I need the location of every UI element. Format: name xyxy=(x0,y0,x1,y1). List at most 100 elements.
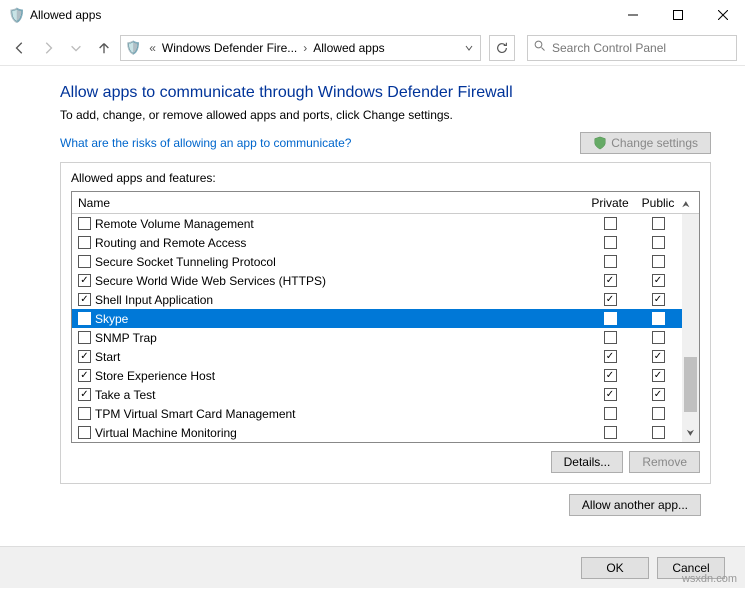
search-placeholder: Search Control Panel xyxy=(552,41,666,55)
public-checkbox[interactable] xyxy=(652,312,665,325)
public-checkbox[interactable] xyxy=(652,407,665,420)
scroll-down-icon[interactable]: ⮟ xyxy=(682,425,699,442)
app-name: Routing and Remote Access xyxy=(95,236,246,250)
shield-icon xyxy=(593,136,607,150)
app-name: Start xyxy=(95,350,120,364)
private-checkbox[interactable] xyxy=(604,293,617,306)
col-public[interactable]: Public xyxy=(634,196,682,210)
list-item[interactable]: Shell Input Application xyxy=(72,290,699,309)
app-name: Virtual Machine Monitoring xyxy=(95,426,237,440)
private-checkbox[interactable] xyxy=(604,426,617,439)
private-checkbox[interactable] xyxy=(604,312,617,325)
risk-link[interactable]: What are the risks of allowing an app to… xyxy=(60,136,351,150)
app-name: Store Experience Host xyxy=(95,369,215,383)
window-title: Allowed apps xyxy=(30,8,610,22)
enable-checkbox[interactable] xyxy=(78,369,91,382)
public-checkbox[interactable] xyxy=(652,293,665,306)
scroll-thumb[interactable] xyxy=(684,357,697,412)
enable-checkbox[interactable] xyxy=(78,312,91,325)
enable-checkbox[interactable] xyxy=(78,407,91,420)
private-checkbox[interactable] xyxy=(604,350,617,363)
close-button[interactable] xyxy=(700,0,745,30)
recent-dropdown[interactable] xyxy=(64,36,88,60)
ok-button[interactable]: OK xyxy=(581,557,649,579)
public-checkbox[interactable] xyxy=(652,350,665,363)
enable-checkbox[interactable] xyxy=(78,217,91,230)
refresh-button[interactable] xyxy=(489,35,515,61)
apps-list: Name Private Public ⮝ Remote Volume Mana… xyxy=(71,191,700,443)
breadcrumb-seg-allowed[interactable]: Allowed apps xyxy=(311,41,386,55)
scrollbar[interactable]: ⮟ xyxy=(682,214,699,442)
enable-checkbox[interactable] xyxy=(78,388,91,401)
breadcrumb[interactable]: 🛡️ « Windows Defender Fire... › Allowed … xyxy=(120,35,481,61)
chevron-left-icon[interactable]: « xyxy=(145,41,160,55)
public-checkbox[interactable] xyxy=(652,255,665,268)
chevron-right-icon: › xyxy=(299,41,311,55)
private-checkbox[interactable] xyxy=(604,217,617,230)
enable-checkbox[interactable] xyxy=(78,426,91,439)
list-item[interactable]: Secure World Wide Web Services (HTTPS) xyxy=(72,271,699,290)
list-item[interactable]: Take a Test xyxy=(72,385,699,404)
titlebar: 🛡️ Allowed apps xyxy=(0,0,745,30)
watermark: wsxdn.com xyxy=(682,573,737,585)
list-item[interactable]: Start xyxy=(72,347,699,366)
public-checkbox[interactable] xyxy=(652,369,665,382)
list-header: Name Private Public ⮝ xyxy=(72,192,699,214)
enable-checkbox[interactable] xyxy=(78,274,91,287)
back-button[interactable] xyxy=(8,36,32,60)
page-heading: Allow apps to communicate through Window… xyxy=(60,84,711,102)
minimize-button[interactable] xyxy=(610,0,655,30)
content-panel: Allow apps to communicate through Window… xyxy=(0,66,745,526)
breadcrumb-dropdown[interactable] xyxy=(462,44,476,52)
enable-checkbox[interactable] xyxy=(78,350,91,363)
list-item[interactable]: Virtual Machine Monitoring xyxy=(72,423,699,442)
col-name[interactable]: Name xyxy=(72,196,586,210)
allow-another-app-button[interactable]: Allow another app... xyxy=(569,494,701,516)
private-checkbox[interactable] xyxy=(604,274,617,287)
app-name: Skype xyxy=(95,312,128,326)
app-name: Secure World Wide Web Services (HTTPS) xyxy=(95,274,326,288)
change-settings-button[interactable]: Change settings xyxy=(580,132,711,154)
private-checkbox[interactable] xyxy=(604,407,617,420)
public-checkbox[interactable] xyxy=(652,274,665,287)
public-checkbox[interactable] xyxy=(652,388,665,401)
list-item[interactable]: Secure Socket Tunneling Protocol xyxy=(72,252,699,271)
list-item[interactable]: TPM Virtual Smart Card Management xyxy=(72,404,699,423)
nav-toolbar: 🛡️ « Windows Defender Fire... › Allowed … xyxy=(0,30,745,66)
col-private[interactable]: Private xyxy=(586,196,634,210)
app-name: Remote Volume Management xyxy=(95,217,254,231)
search-icon xyxy=(534,40,546,55)
search-input[interactable]: Search Control Panel xyxy=(527,35,737,61)
app-name: TPM Virtual Smart Card Management xyxy=(95,407,296,421)
up-button[interactable] xyxy=(92,36,116,60)
enable-checkbox[interactable] xyxy=(78,255,91,268)
private-checkbox[interactable] xyxy=(604,255,617,268)
list-item[interactable]: Routing and Remote Access xyxy=(72,233,699,252)
details-button[interactable]: Details... xyxy=(551,451,624,473)
list-item[interactable]: Remote Volume Management xyxy=(72,214,699,233)
list-item[interactable]: Store Experience Host xyxy=(72,366,699,385)
private-checkbox[interactable] xyxy=(604,388,617,401)
public-checkbox[interactable] xyxy=(652,217,665,230)
app-name: Shell Input Application xyxy=(95,293,213,307)
enable-checkbox[interactable] xyxy=(78,236,91,249)
enable-checkbox[interactable] xyxy=(78,331,91,344)
group-label: Allowed apps and features: xyxy=(71,171,700,185)
forward-button[interactable] xyxy=(36,36,60,60)
scroll-up-icon[interactable]: ⮝ xyxy=(682,199,690,209)
list-item[interactable]: Skype xyxy=(72,309,699,328)
list-item[interactable]: SNMP Trap xyxy=(72,328,699,347)
maximize-button[interactable] xyxy=(655,0,700,30)
page-subtext: To add, change, or remove allowed apps a… xyxy=(60,108,711,122)
breadcrumb-seg-firewall[interactable]: Windows Defender Fire... xyxy=(160,41,299,55)
app-name: Take a Test xyxy=(95,388,155,402)
private-checkbox[interactable] xyxy=(604,331,617,344)
remove-button[interactable]: Remove xyxy=(629,451,700,473)
private-checkbox[interactable] xyxy=(604,236,617,249)
private-checkbox[interactable] xyxy=(604,369,617,382)
app-name: Secure Socket Tunneling Protocol xyxy=(95,255,276,269)
enable-checkbox[interactable] xyxy=(78,293,91,306)
public-checkbox[interactable] xyxy=(652,236,665,249)
public-checkbox[interactable] xyxy=(652,331,665,344)
public-checkbox[interactable] xyxy=(652,426,665,439)
